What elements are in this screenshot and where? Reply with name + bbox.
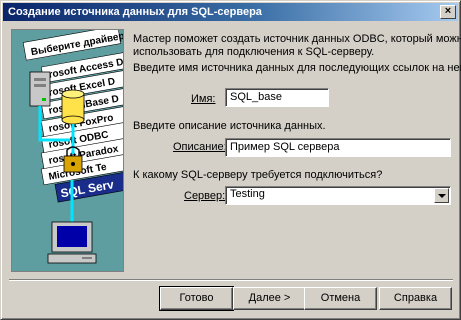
wizard-illustration: Выберите драйвер rosoft Access D rosoft …	[11, 29, 124, 272]
server-icon	[29, 71, 51, 107]
separator	[9, 279, 453, 281]
description-field[interactable]	[225, 138, 451, 157]
server-select-value: Testing	[230, 188, 265, 200]
title-bar[interactable]: Создание источника данных для SQL-сервер…	[3, 3, 458, 21]
server-prompt: К какому SQL-серверу требуется подключит…	[133, 169, 383, 181]
server-select[interactable]: Testing	[225, 186, 451, 205]
next-button[interactable]: Далее >	[233, 287, 306, 310]
name-label: Имя:	[191, 93, 216, 105]
intro-text-line1: Мастер поможет создать источник данных O…	[133, 33, 461, 45]
name-input[interactable]	[230, 89, 328, 104]
help-button[interactable]: Справка	[379, 287, 452, 310]
dialog-window: Создание источника данных для SQL-сервер…	[0, 0, 461, 320]
finish-button[interactable]: Готово	[159, 286, 234, 311]
intro-prompt: Введите имя источника данных для последу…	[133, 62, 461, 74]
name-field[interactable]	[225, 88, 329, 107]
close-button[interactable]: ×	[440, 5, 456, 19]
database-icon	[61, 89, 85, 125]
server-label: Сервер:	[184, 190, 226, 202]
description-label: Описание:	[173, 141, 227, 153]
computer-icon	[47, 221, 97, 264]
description-prompt: Введите описание источника данных.	[133, 120, 326, 132]
wizard-illustration-graphic: Выберите драйвер rosoft Access D rosoft …	[22, 30, 123, 264]
cancel-button[interactable]: Отмена	[304, 287, 377, 310]
description-input[interactable]	[230, 139, 450, 154]
chevron-down-icon[interactable]	[434, 188, 449, 203]
intro-text-line2: использовать для подключения к SQL-серве…	[133, 46, 375, 58]
window-title: Создание источника данных для SQL-сервер…	[8, 6, 262, 18]
